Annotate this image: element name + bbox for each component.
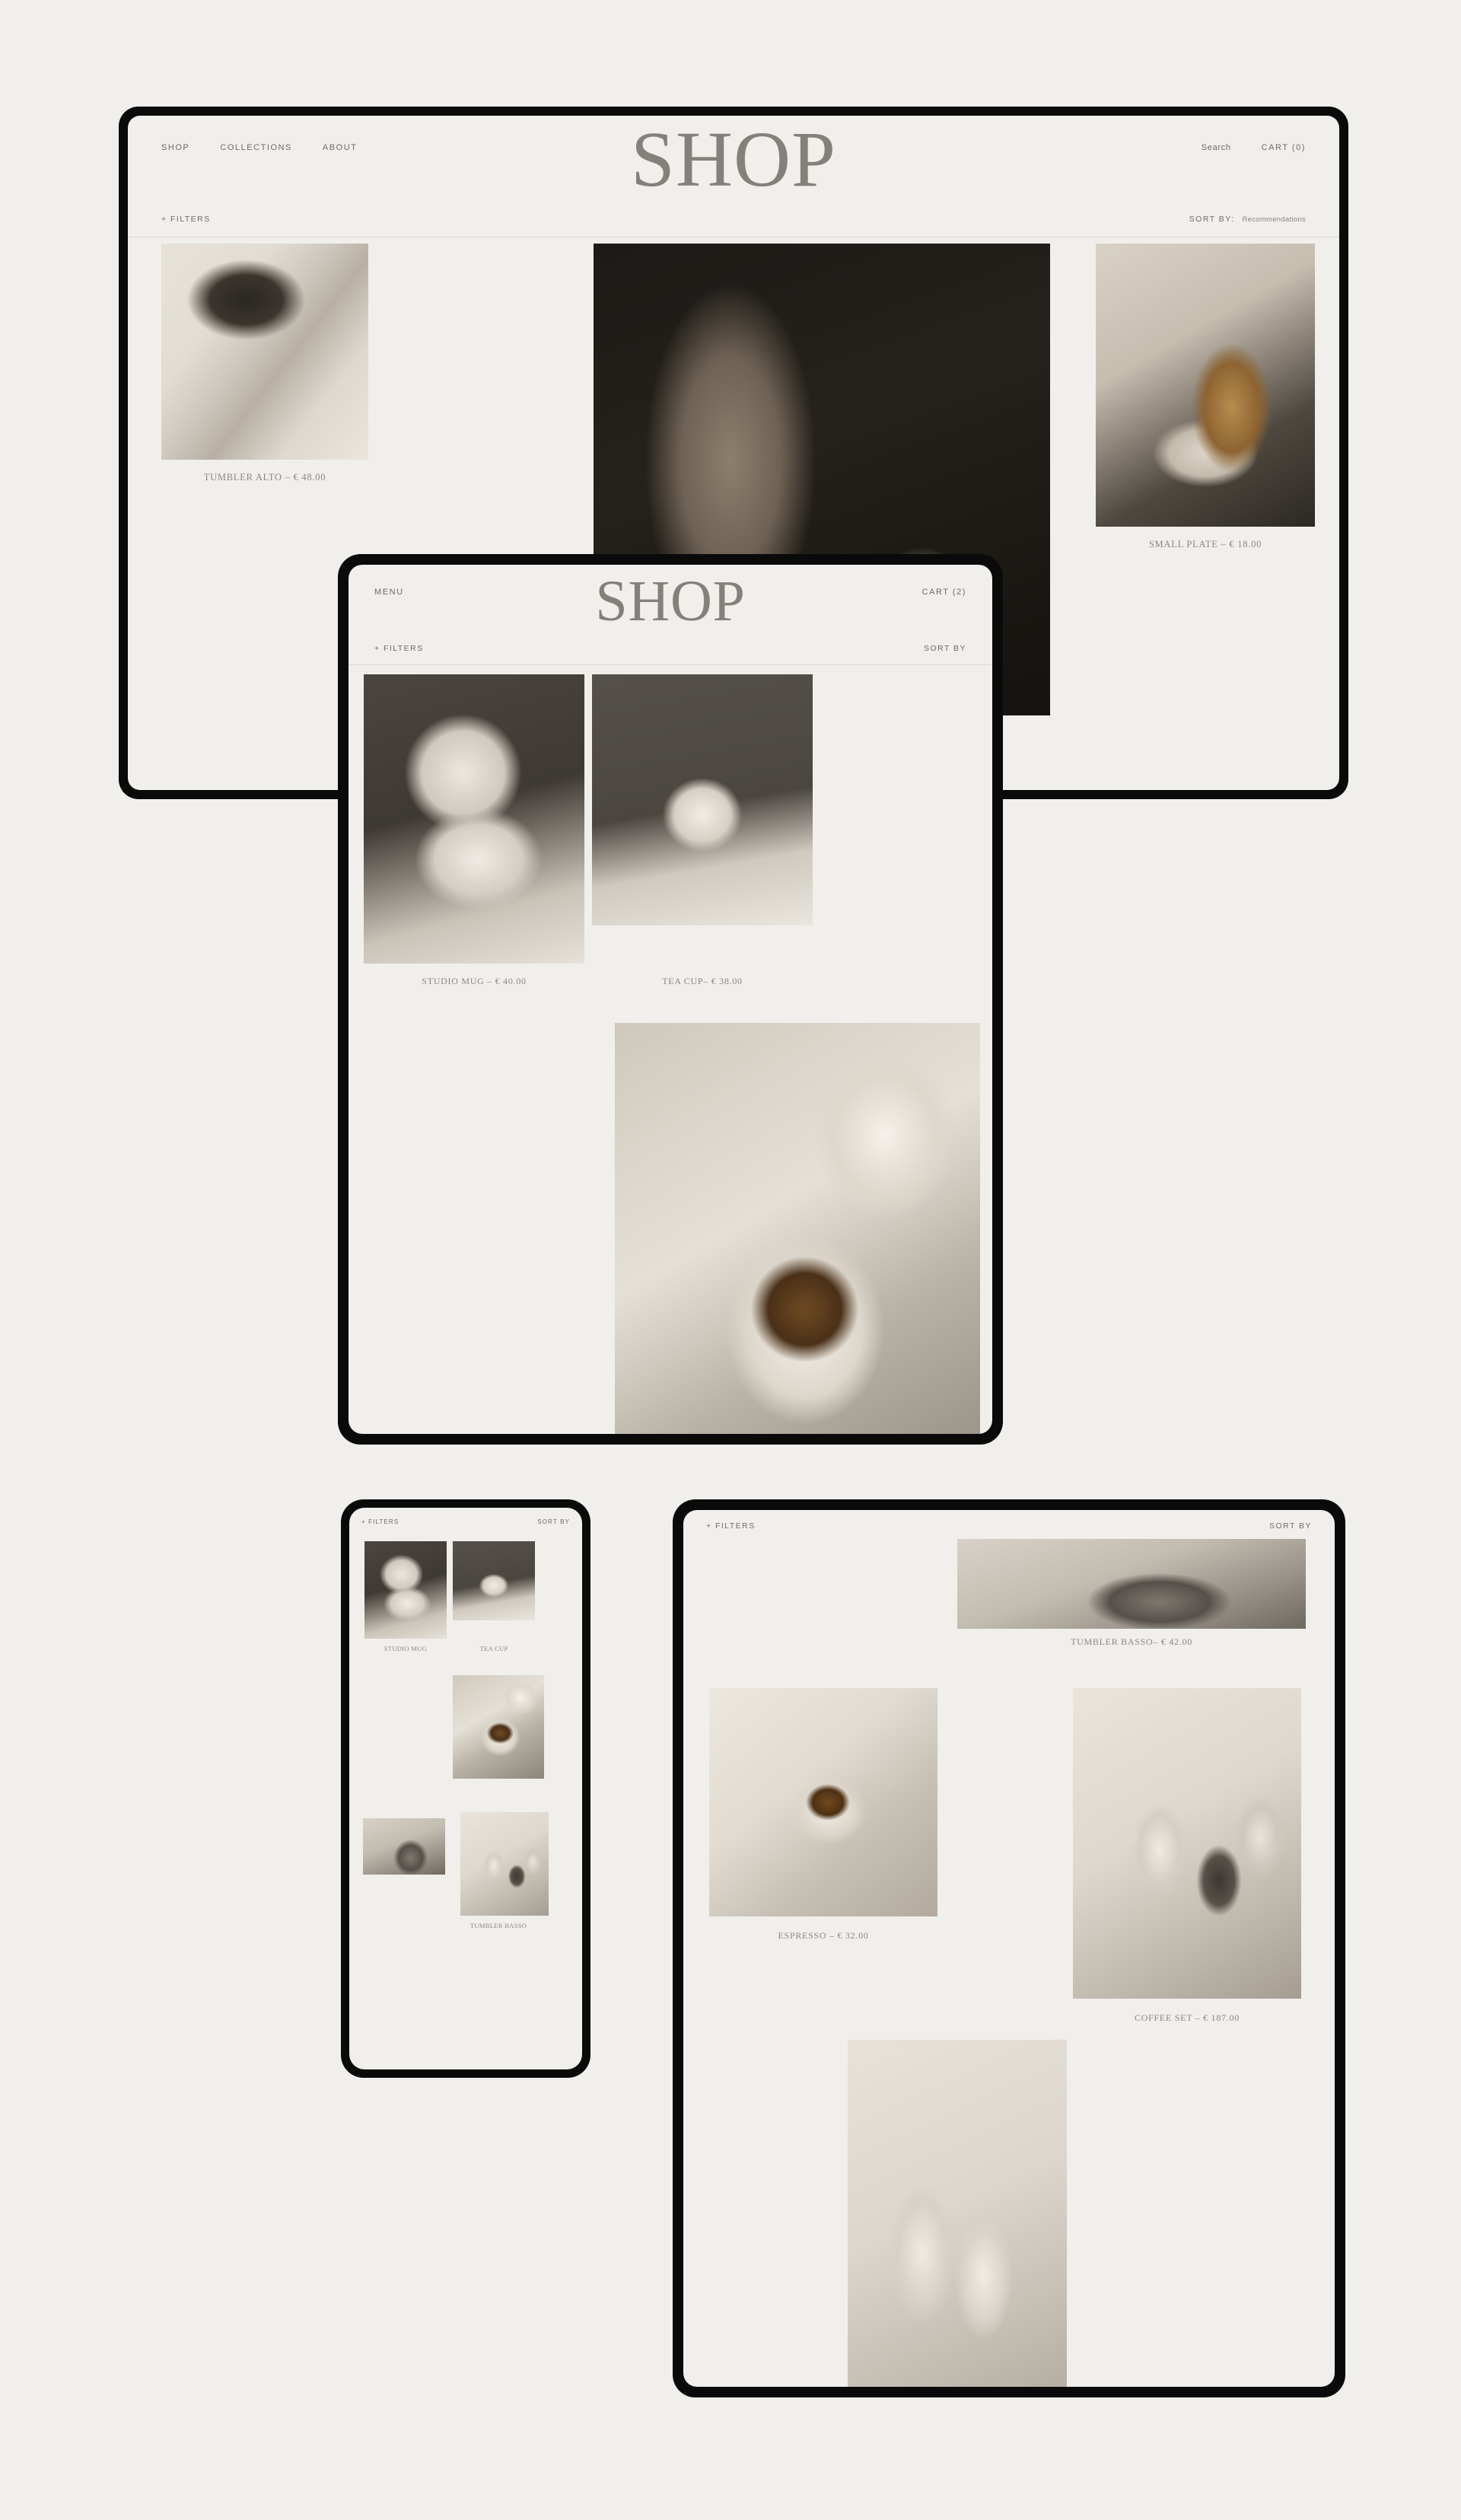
product-label-tea-cup: TEA CUP [479,1645,508,1652]
tablet-landscape-device-frame: + FILTERS SORT BY TUMBLER BASSO– € 42.00… [673,1499,1345,2397]
product-photo-tea-cup[interactable] [453,1541,535,1620]
tablet-device-frame: MENU CART (2) SHOP + FILTERS SORT BY STU… [338,554,1003,1445]
product-label-tea-cup: TEA CUP– € 38.00 [662,976,743,986]
product-card-tea-cup[interactable]: TEA CUP– € 38.00 [592,674,813,986]
sort-by-value[interactable]: Recommendations [1243,215,1306,224]
product-label-tumbler-basso: TUMBLER BASSO– € 42.00 [1071,1636,1192,1647]
product-photo-tumbler-basso[interactable] [957,1539,1306,1629]
filters-toggle[interactable]: + FILTERS [706,1521,756,1531]
product-label-small-plate: SMALL PLATE – € 18.00 [1148,539,1262,550]
sort-by-label[interactable]: SORT BY [537,1518,570,1525]
filters-toggle[interactable]: + FILTERS [161,215,211,224]
desktop-filter-bar: + FILTERS SORT BY: Recommendations [128,205,1339,237]
filters-toggle[interactable]: + FILTERS [374,644,424,653]
product-photo-studio-mug[interactable] [364,1541,447,1639]
tablet-landscape-screen: + FILTERS SORT BY TUMBLER BASSO– € 42.00… [683,1510,1335,2387]
product-card-tumbler-alto[interactable]: TUMBLER ALTO – € 48.00 [161,244,368,483]
product-photo-small-plate[interactable] [1096,244,1315,527]
product-card-small-plate[interactable]: SMALL PLATE – € 18.00 [1096,244,1315,550]
product-photo-tumbler-basso[interactable] [453,1675,544,1779]
product-photo-tumbler-alto[interactable] [161,244,368,460]
phone-product-grid: STUDIO MUG TEA CUP TUMBLER BASSO ESPRESS… [349,1538,582,2069]
tablet-header: MENU CART (2) SHOP [349,565,992,635]
product-photo-espresso[interactable] [709,1688,937,1916]
tablet-landscape-product-grid: TUMBLER BASSO– € 42.00 ESPRESSO – € 32.0… [683,1539,1335,2387]
phone-filter-bar: + FILTERS SORT BY [349,1508,582,1538]
product-card-studio-mug[interactable]: STUDIO MUG [364,1541,447,1652]
sort-by-label[interactable]: SORT BY [1269,1521,1312,1531]
product-label-tumbler-basso: TUMBLER BASSO [469,1922,527,1929]
mockup-stage: SHOP COLLECTIONS ABOUT Search CART (0) S… [0,0,1461,2520]
desktop-sort-control[interactable]: SORT BY: Recommendations [1189,215,1306,224]
product-photo-pour[interactable] [615,1023,980,1434]
tablet-product-grid: STUDIO MUG – € 40.00 TEA CUP– € 38.00 [349,665,992,1434]
product-card-espresso[interactable]: ESPRESSO – € 32.00 [709,1688,937,1941]
page-title: SHOP [630,116,837,203]
tablet-filter-bar: + FILTERS SORT BY [349,635,992,665]
product-photo-studio-mug[interactable] [364,674,584,964]
product-label-studio-mug: STUDIO MUG [384,1645,428,1652]
product-card-studio-mug[interactable]: STUDIO MUG – € 40.00 [364,674,584,986]
product-card-jars[interactable] [848,2040,1067,2387]
product-photo-espresso[interactable] [363,1818,445,1875]
product-label-coffee-set: COFFEE SET – € 187.00 [1135,2012,1240,2023]
product-card-tumbler-basso[interactable]: TUMBLER BASSO– € 42.00 [957,1539,1306,1647]
product-card-pour[interactable] [615,1023,980,1434]
product-card-tumbler-basso[interactable]: TUMBLER BASSO [453,1675,544,1929]
product-label-tumbler-alto: TUMBLER ALTO – € 48.00 [203,472,326,483]
product-photo-coffee-set[interactable] [1073,1688,1301,1999]
tablet-screen: MENU CART (2) SHOP + FILTERS SORT BY STU… [349,565,992,1434]
product-card-coffee-set[interactable] [460,1812,549,1916]
sort-by-label[interactable]: SORT BY [924,644,966,653]
product-label-espresso: ESPRESSO – € 32.00 [778,1930,869,1941]
sort-by-label: SORT BY: [1189,215,1235,224]
filters-toggle[interactable]: + FILTERS [361,1518,399,1525]
phone-screen: + FILTERS SORT BY STUDIO MUG TEA CUP TUM… [349,1508,582,2069]
product-card-coffee-set[interactable]: COFFEE SET – € 187.00 [1073,1688,1301,2023]
product-card-tea-cup[interactable]: TEA CUP [453,1541,535,1652]
product-photo-tea-cup[interactable] [592,674,813,925]
phone-device-frame: + FILTERS SORT BY STUDIO MUG TEA CUP TUM… [341,1499,590,2078]
product-photo-jars[interactable] [848,2040,1067,2387]
product-photo-coffee-set[interactable] [460,1812,549,1916]
product-card-espresso[interactable]: ESPRESSO [363,1818,445,1875]
product-label-studio-mug: STUDIO MUG – € 40.00 [422,976,527,986]
desktop-header: SHOP COLLECTIONS ABOUT Search CART (0) S… [128,116,1339,205]
page-title: SHOP [595,569,746,633]
